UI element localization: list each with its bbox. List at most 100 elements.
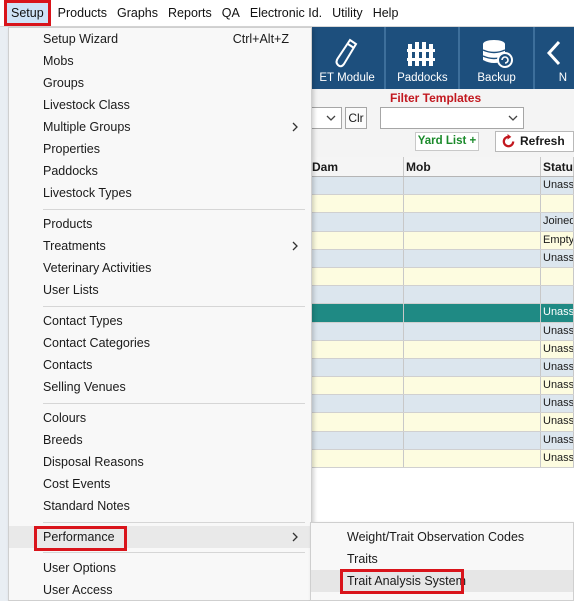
setup-menu: Setup Wizard Ctrl+Alt+Z Mobs Groups Live…: [8, 27, 312, 601]
backup-button[interactable]: Backup: [460, 27, 535, 89]
table-row[interactable]: Unass: [310, 449, 574, 468]
menu-item-cost-events[interactable]: Cost Events: [9, 473, 311, 495]
menu-item-treatments[interactable]: Treatments: [9, 235, 311, 257]
table-row[interactable]: Unass: [310, 322, 574, 341]
menu-item-selling-venues[interactable]: Selling Venues: [9, 376, 311, 398]
submenu-item-traits[interactable]: Traits: [311, 548, 573, 570]
menu-item-paddocks[interactable]: Paddocks: [9, 160, 311, 182]
menu-item-properties[interactable]: Properties: [9, 138, 311, 160]
submenu-item-weight-trait-codes[interactable]: Weight/Trait Observation Codes: [311, 526, 573, 548]
menu-graphs[interactable]: Graphs: [112, 0, 163, 26]
menu-item-disposal-reasons[interactable]: Disposal Reasons: [9, 451, 311, 473]
status-cell: Joined: [541, 213, 574, 231]
menu-bar: Setup Products Graphs Reports QA Electro…: [0, 0, 574, 27]
next-button-partial[interactable]: N: [535, 27, 574, 89]
table-row[interactable]: Unass: [310, 431, 574, 450]
menu-reports[interactable]: Reports: [163, 0, 217, 26]
refresh-label: Refresh: [520, 134, 565, 148]
yard-list-button[interactable]: Yard List +: [415, 132, 479, 151]
table-row[interactable]: Unass: [310, 177, 574, 196]
status-cell: Unass: [541, 395, 574, 413]
chevron-right-icon: [292, 532, 298, 542]
status-cell: Unass: [541, 413, 574, 431]
next-label: N: [558, 72, 568, 84]
refresh-icon: [502, 134, 515, 148]
table-row-selected[interactable]: Unass: [310, 304, 574, 323]
menu-item-breeds[interactable]: Breeds: [9, 429, 311, 451]
menu-item-livestock-types[interactable]: Livestock Types: [9, 182, 311, 204]
backup-label: Backup: [477, 72, 516, 84]
column-status[interactable]: Status: [541, 157, 574, 176]
table-row[interactable]: Empty: [310, 231, 574, 250]
menu-setup[interactable]: Setup: [4, 0, 51, 26]
menu-electronic-id[interactable]: Electronic Id.: [245, 0, 327, 26]
status-cell: [541, 195, 574, 213]
filter-templates-dropdown[interactable]: [380, 107, 524, 129]
chevron-left-icon: [546, 40, 560, 66]
column-dam[interactable]: Dam: [310, 157, 404, 176]
status-cell: Unass: [541, 358, 574, 377]
menu-item-veterinary-activities[interactable]: Veterinary Activities: [9, 257, 311, 279]
status-cell: [541, 286, 574, 304]
chevron-down-icon: [326, 115, 336, 121]
refresh-button[interactable]: Refresh: [495, 131, 574, 152]
filter-dropdown-small[interactable]: [310, 107, 342, 129]
shortcut-label: Ctrl+Alt+Z: [232, 32, 289, 46]
status-cell: Unass: [541, 304, 574, 322]
table-row[interactable]: Unass: [310, 358, 574, 378]
menu-qa[interactable]: QA: [217, 0, 245, 26]
test-tube-icon: [335, 38, 358, 68]
table-row[interactable]: Unass: [310, 340, 574, 359]
menu-item-colours[interactable]: Colours: [9, 407, 311, 429]
menu-item-multiple-groups[interactable]: Multiple Groups: [9, 116, 311, 138]
menu-help[interactable]: Help: [368, 0, 404, 26]
chevron-right-icon: [292, 122, 298, 132]
menu-item-label: Treatments: [43, 239, 106, 253]
menu-item-mobs[interactable]: Mobs: [9, 50, 311, 72]
background-window-edge: [0, 27, 8, 601]
table-row[interactable]: Unass: [310, 395, 574, 414]
table-row[interactable]: Joined: [310, 213, 574, 232]
menu-item-livestock-class[interactable]: Livestock Class: [9, 94, 311, 116]
menu-item-standard-notes[interactable]: Standard Notes: [9, 495, 311, 517]
filter-area: Filter Templates Clr Yard List + Refresh: [310, 89, 574, 157]
menu-item-user-lists[interactable]: User Lists: [9, 279, 311, 301]
fence-icon: [407, 42, 436, 66]
table-row[interactable]: [310, 195, 574, 214]
menu-separator: [43, 403, 305, 404]
menu-item-contacts[interactable]: Contacts: [9, 354, 311, 376]
performance-highlight-box: [34, 526, 127, 551]
filter-templates-title: Filter Templates: [390, 91, 482, 105]
status-cell: Unass: [541, 249, 574, 267]
menu-item-products[interactable]: Products: [9, 213, 311, 235]
menu-separator: [43, 306, 305, 307]
chevron-right-icon: [292, 241, 298, 251]
grid-header: Dam Mob Status: [310, 157, 574, 177]
menu-item-contact-categories[interactable]: Contact Categories: [9, 332, 311, 354]
paddocks-button[interactable]: Paddocks: [386, 27, 461, 89]
menu-separator: [43, 522, 305, 523]
et-module-label: ET Module: [319, 72, 375, 84]
status-cell: Empty: [541, 231, 574, 249]
menu-products[interactable]: Products: [53, 0, 112, 26]
clear-button[interactable]: Clr: [345, 107, 367, 129]
trait-analysis-highlight-box: [340, 569, 464, 594]
menu-item-user-access[interactable]: User Access: [9, 579, 311, 601]
status-cell: [541, 267, 574, 286]
menu-item-label: Setup Wizard: [43, 32, 119, 46]
table-row[interactable]: [310, 286, 574, 305]
toolbar: ET Module Paddocks Backup N: [310, 27, 574, 89]
table-row[interactable]: Unass: [310, 413, 574, 432]
menu-separator: [43, 209, 305, 210]
table-row[interactable]: Unass: [310, 377, 574, 396]
menu-item-groups[interactable]: Groups: [9, 72, 311, 94]
menu-item-user-options[interactable]: User Options: [9, 557, 311, 579]
table-row[interactable]: Unass: [310, 249, 574, 268]
menu-item-contact-types[interactable]: Contact Types: [9, 310, 311, 332]
column-mob[interactable]: Mob: [404, 157, 541, 176]
et-module-button[interactable]: ET Module: [310, 27, 387, 89]
performance-submenu: Weight/Trait Observation Codes Traits Tr…: [310, 522, 574, 601]
menu-utility[interactable]: Utility: [327, 0, 368, 26]
menu-item-setup-wizard[interactable]: Setup Wizard Ctrl+Alt+Z: [9, 28, 311, 50]
table-row[interactable]: [310, 267, 574, 287]
